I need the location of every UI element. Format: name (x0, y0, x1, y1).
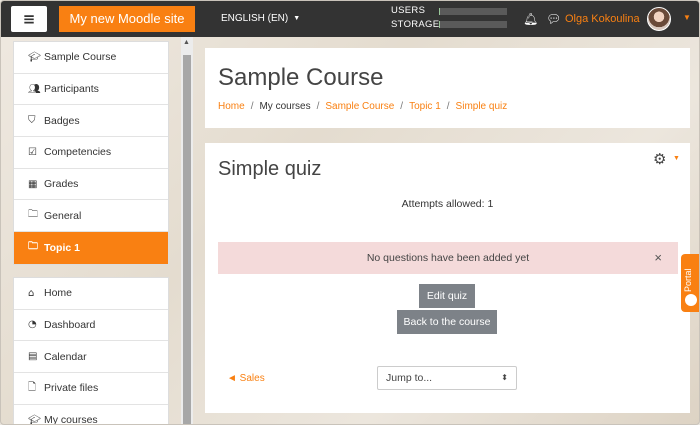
breadcrumb-simple-quiz[interactable]: Simple quiz (456, 101, 508, 112)
sidebar-item-participants[interactable]: 👥︎ Participants (14, 74, 168, 106)
close-icon[interactable]: × (654, 242, 662, 274)
storage-quota-fill (439, 21, 441, 28)
sidebar-item-sample-course[interactable]: 🎓︎ Sample Course (14, 42, 168, 74)
breadcrumb-my-courses: My courses (259, 101, 311, 112)
graduation-cap-icon: 🎓︎ (28, 414, 41, 425)
sidebar-item-home[interactable]: ⌂ Home (14, 278, 168, 310)
users-quota-bar (439, 8, 507, 15)
menu-toggle-button[interactable]: ≡ (11, 6, 47, 32)
portal-tab[interactable]: Portal (681, 254, 699, 312)
jump-to-select[interactable]: Jump to... ⬍ (377, 366, 517, 390)
language-label: ENGLISH (EN) (221, 13, 289, 24)
caret-down-icon: ▼ (293, 15, 301, 22)
sidebar-item-label: My courses (44, 414, 98, 425)
avatar[interactable] (647, 7, 671, 31)
sidebar-item-calendar[interactable]: ▤ Calendar (14, 341, 168, 373)
gear-icon[interactable]: ⚙ (653, 150, 666, 168)
sidebar-item-badges[interactable]: ⛉ Badges (14, 105, 168, 138)
scroll-up-icon[interactable]: ▲ (183, 39, 190, 46)
sidebar-item-label: Badges (44, 114, 80, 127)
breadcrumb-home[interactable]: Home (218, 101, 245, 112)
jump-to-value: Jump to... (386, 372, 433, 384)
graduation-cap-icon: 🎓︎ (28, 51, 41, 63)
attempts-allowed: Attempts allowed: 1 (401, 198, 494, 210)
sidebar-item-dashboard[interactable]: ◔ Dashboard (14, 310, 168, 342)
home-icon: ⌂ (28, 287, 35, 299)
scrollbar-thumb[interactable] (183, 55, 191, 424)
messages-icon[interactable]: 💬︎ (546, 12, 561, 26)
sidebar-item-private-files[interactable]: 🗋 Private files (14, 373, 168, 405)
alert-message: No questions have been added yet (366, 252, 530, 264)
sidebar-item-topic-1[interactable]: 🗀 Topic 1 (14, 232, 168, 264)
sidebar-item-general[interactable]: 🗀 General (14, 200, 168, 233)
file-icon: 🗋 (28, 381, 37, 393)
portal-tab-label: Portal (683, 268, 693, 292)
storage-quota-bar (439, 21, 507, 28)
breadcrumb-sample-course[interactable]: Sample Course (325, 101, 394, 112)
sidebar-item-label: Topic 1 (44, 241, 80, 254)
breadcrumb: Home / My courses / Sample Course / Topic 1 / Si… (218, 101, 507, 112)
caret-down-icon[interactable]: ▼ (673, 155, 680, 162)
notification-bell-icon[interactable]: 🔔︎ (523, 12, 538, 26)
language-menu[interactable]: ENGLISH (EN) ▼ (221, 1, 300, 37)
sidebar-item-competencies[interactable]: ☑ Competencies (14, 137, 168, 169)
browser-frame: ≡ My new Moodle site ENGLISH (EN) ▼ USERS… (0, 0, 700, 425)
folder-icon: 🗀 (28, 241, 38, 253)
sidebar-item-label: Private files (44, 382, 99, 395)
storage-quota-label: STORAGE (391, 19, 440, 30)
sidebar-item-label: Sample Course (44, 51, 117, 64)
sidebar: 🎓︎ Sample Course 👥︎ Participants ⛉ Badges ☑… (13, 41, 169, 425)
folder-icon: 🗀 (28, 209, 38, 221)
no-questions-alert: No questions have been added yet × (218, 242, 678, 274)
breadcrumb-separator: / (400, 101, 404, 112)
sidebar-item-label: General (44, 209, 82, 222)
dashboard-icon: ◔ (28, 319, 37, 331)
users-quota-label: USERS (391, 5, 426, 16)
select-arrows-icon: ⬍ (501, 373, 508, 382)
sidebar-item-label: Home (44, 287, 73, 300)
previous-activity-link[interactable]: ◄ Sales (227, 373, 265, 384)
user-menu-caret-icon[interactable]: ▼ (683, 1, 691, 35)
breadcrumb-separator: / (446, 101, 450, 112)
users-quota-fill (439, 8, 441, 15)
edit-quiz-button[interactable]: Edit quiz (419, 284, 475, 308)
sidebar-scrollbar[interactable]: ▲ (181, 37, 193, 424)
breadcrumb-topic-1[interactable]: Topic 1 (409, 101, 441, 112)
site-nav-group: ⌂ Home ◔ Dashboard ▤ Calendar 🗋 Private file… (13, 276, 169, 425)
breadcrumb-separator: / (250, 101, 254, 112)
quiz-main-region: Simple quiz ⚙ ▼ Attempts allowed: 1 No q… (205, 143, 690, 413)
sidebar-item-label: Participants (44, 83, 99, 96)
course-nav-group: 🎓︎ Sample Course 👥︎ Participants ⛉ Badges ☑… (13, 41, 169, 265)
sidebar-item-label: Dashboard (44, 318, 96, 331)
sidebar-item-grades[interactable]: ▦ Grades (14, 169, 168, 201)
page-title: Sample Course (218, 64, 384, 91)
users-icon: 👥︎ (28, 83, 41, 95)
back-to-course-button[interactable]: Back to the course (397, 310, 497, 334)
sidebar-item-label: Competencies (44, 146, 112, 159)
sidebar-item-label: Calendar (44, 350, 87, 363)
checkbox-icon: ☑ (28, 146, 37, 158)
shield-icon: ⛉ (28, 115, 36, 127)
breadcrumb-separator: / (316, 101, 320, 112)
sidebar-item-label: Grades (44, 178, 79, 191)
page-header: Sample Course Home / My courses / Sample Cou… (205, 48, 690, 128)
portal-icon (685, 294, 697, 306)
table-icon: ▦ (28, 178, 38, 190)
navbar: ≡ My new Moodle site ENGLISH (EN) ▼ USERS… (1, 1, 699, 37)
site-name-link[interactable]: My new Moodle site (59, 6, 195, 32)
user-name[interactable]: Olga Kokoulina (565, 1, 640, 37)
sidebar-item-my-courses[interactable]: 🎓︎ My courses (14, 405, 168, 425)
calendar-icon: ▤ (28, 351, 38, 363)
quiz-title: Simple quiz (218, 158, 322, 180)
